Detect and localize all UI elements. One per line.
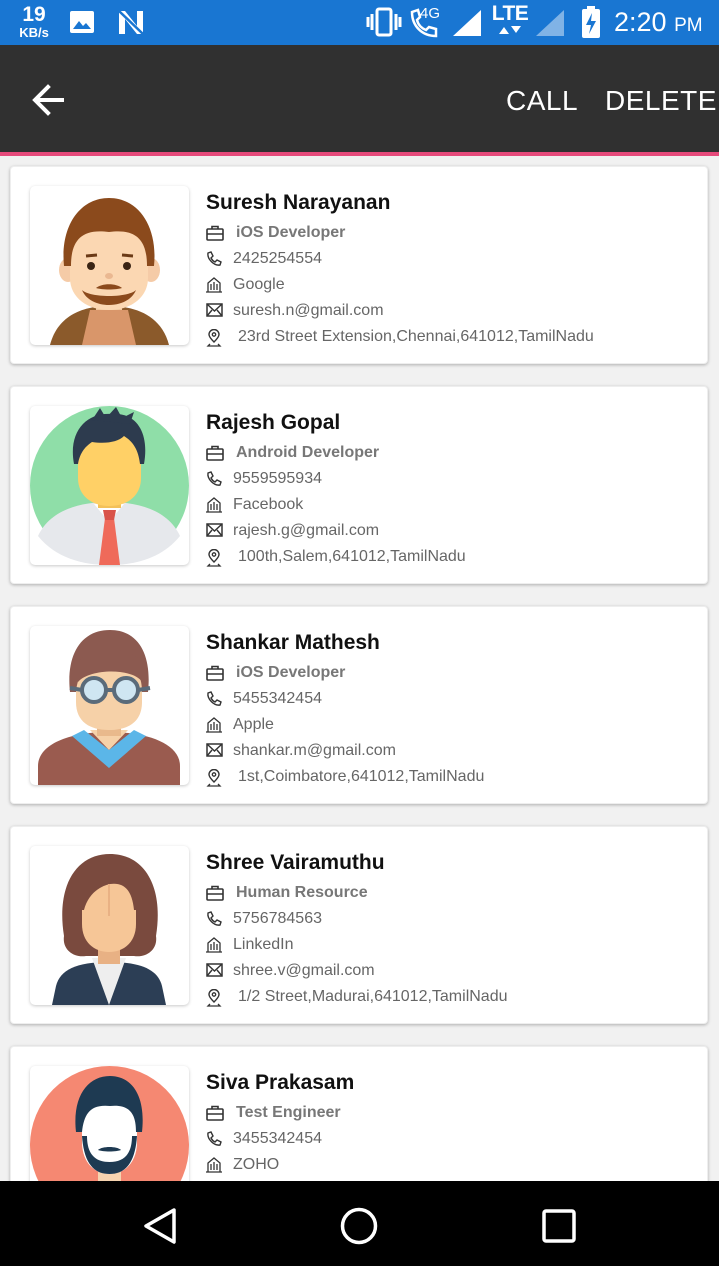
briefcase-icon [206, 665, 224, 681]
contact-phone[interactable]: 2425254554 [233, 248, 322, 270]
contact-name: Shankar Mathesh [206, 631, 380, 654]
contact-email[interactable]: rajesh.g@gmail.com [233, 520, 379, 542]
lte-label: LTE [491, 2, 529, 25]
contact-list[interactable]: Suresh Narayanan iOS Developer 242525455… [0, 156, 719, 1181]
contact-company: Google [233, 276, 285, 293]
phone-icon [207, 471, 222, 486]
vibrate-icon [366, 7, 402, 37]
avatar [30, 406, 189, 565]
avatar [30, 846, 189, 1005]
contact-card-siva-prakasam[interactable]: Siva Prakasam Test Engineer 3455342454 Z… [10, 1046, 708, 1181]
building-icon [206, 717, 222, 733]
contact-email[interactable]: shankar.m@gmail.com [233, 740, 396, 762]
contact-role: Test Engineer [236, 1104, 341, 1121]
briefcase-icon [206, 445, 224, 461]
contact-company: LinkedIn [233, 936, 294, 953]
clock-ampm: PM [674, 15, 703, 36]
contact-company: ZOHO [233, 1156, 280, 1173]
contact-name: Suresh Narayanan [206, 191, 391, 214]
avatar [30, 186, 189, 345]
gallery-icon [70, 11, 94, 33]
phone-icon [207, 251, 222, 266]
clock: 2:20 PM [614, 7, 703, 38]
building-icon [206, 1157, 222, 1173]
avatar-man-glasses-icon [38, 630, 180, 785]
contact-company: Facebook [233, 496, 304, 513]
contact-name: Siva Prakasam [206, 1071, 355, 1094]
contact-address: 1/2 Street,Madurai,641012,TamilNadu [238, 988, 508, 1005]
avatar-man-tie-icon [30, 406, 189, 565]
contact-address: 23rd Street Extension,Chennai,641012,Tam… [238, 328, 594, 345]
phone-icon [207, 1131, 222, 1146]
avatar-man-beard-icon [50, 198, 169, 345]
building-icon [206, 497, 222, 513]
signal-icon-2 [536, 10, 564, 36]
contact-card-shankar-mathesh[interactable]: Shankar Mathesh iOS Developer 5455342454… [10, 606, 708, 804]
briefcase-icon [206, 1105, 224, 1121]
mail-icon [206, 743, 223, 757]
contact-phone[interactable]: 5455342454 [233, 688, 322, 710]
phone-icon [207, 691, 222, 706]
recents-square-icon[interactable] [540, 1206, 578, 1246]
location-pin-icon [206, 549, 222, 567]
data-arrows-icon [499, 26, 521, 34]
mail-icon [206, 303, 223, 317]
contact-phone[interactable]: 9559595934 [233, 468, 322, 490]
mail-icon [206, 523, 223, 537]
signal-icon [453, 10, 481, 36]
clock-time: 2:20 [614, 7, 667, 37]
contact-phone[interactable]: 3455342454 [233, 1128, 322, 1150]
contact-role: iOS Developer [236, 224, 346, 241]
avatar [30, 626, 189, 785]
contact-role: iOS Developer [236, 664, 346, 681]
contact-email[interactable]: shree.v@gmail.com [233, 960, 375, 982]
briefcase-icon [206, 885, 224, 901]
building-icon [206, 937, 222, 953]
phone-icon [207, 911, 222, 926]
contact-name: Rajesh Gopal [206, 411, 341, 434]
contact-card-rajesh-gopal[interactable]: Rajesh Gopal Android Developer 955959593… [10, 386, 708, 584]
contact-address: 1st,Coimbatore,641012,TamilNadu [238, 768, 485, 785]
network-speed: 19 KB/s [14, 4, 54, 39]
home-circle-icon[interactable] [339, 1206, 379, 1246]
network-4g-label: 4G [420, 5, 441, 22]
navigation-bar [0, 1181, 719, 1266]
delete-button[interactable]: DELETE [605, 85, 717, 117]
contact-card-suresh-narayanan[interactable]: Suresh Narayanan iOS Developer 242525455… [10, 166, 708, 364]
location-pin-icon [206, 769, 222, 787]
location-pin-icon [206, 989, 222, 1007]
building-icon [206, 277, 222, 293]
mail-icon [206, 963, 223, 977]
contact-email[interactable]: suresh.n@gmail.com [233, 300, 384, 322]
avatar [30, 1066, 189, 1181]
contact-phone[interactable]: 5756784563 [233, 908, 322, 930]
contact-address: 100th,Salem,641012,TamilNadu [238, 548, 466, 565]
briefcase-icon [206, 225, 224, 241]
back-arrow-icon[interactable] [26, 78, 76, 122]
network-speed-unit: KB/s [19, 25, 49, 40]
contact-role: Human Resource [236, 884, 368, 901]
call-button[interactable]: CALL [506, 85, 578, 117]
contact-role: Android Developer [236, 444, 380, 461]
contact-company: Apple [233, 716, 274, 733]
lte-data-icon: LTE [490, 2, 530, 36]
location-pin-icon [206, 329, 222, 347]
network-speed-value: 19 [22, 3, 46, 26]
battery-charging-icon [582, 6, 600, 38]
notification-n-icon [118, 10, 144, 35]
app-bar: CALL DELETE [0, 45, 719, 152]
avatar-woman-icon [52, 854, 166, 1005]
contact-card-shree-vairamuthu[interactable]: Shree Vairamuthu Human Resource 57567845… [10, 826, 708, 1024]
back-triangle-icon[interactable] [140, 1206, 180, 1246]
avatar-man-dark-beard-icon [30, 1066, 189, 1181]
contact-name: Shree Vairamuthu [206, 851, 385, 874]
status-bar: 19 KB/s 4G LTE 2:20 PM [0, 0, 719, 45]
